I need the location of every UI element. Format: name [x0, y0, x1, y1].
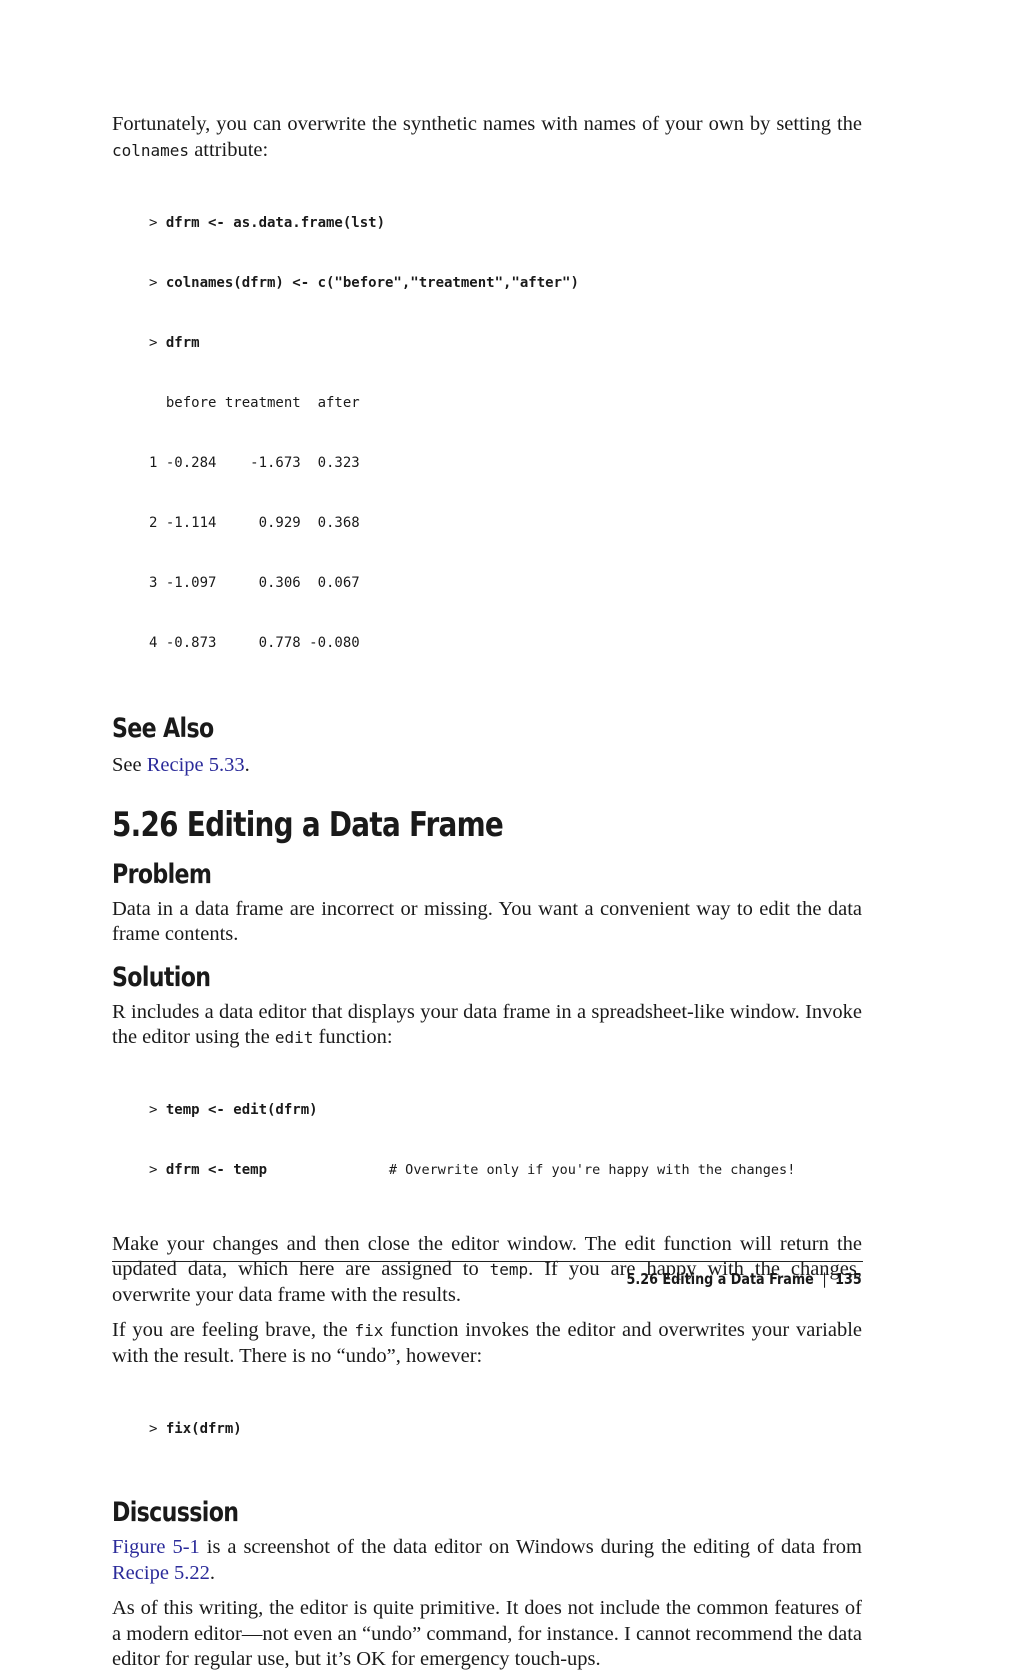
output-header: before treatment after — [149, 395, 360, 411]
discussion-text-1: is a screenshot of the data editor on Wi… — [199, 1536, 862, 1558]
code-comment: # Overwrite only if you're happy with th… — [267, 1161, 796, 1178]
code-input: dfrm <- temp — [165, 1161, 268, 1178]
colnames-code: colnames — [112, 140, 190, 160]
footer-section-title: 5.26 Editing a Data Frame — [626, 1270, 815, 1288]
intro-text-2: attribute: — [189, 138, 269, 161]
page-number: 135 — [835, 1270, 862, 1288]
code-prompt: > — [149, 1101, 166, 1118]
code-prompt: > — [149, 1421, 166, 1437]
edit-code: edit — [274, 1028, 314, 1047]
temp-code: temp — [489, 1260, 529, 1279]
problem-heading: Problem — [112, 858, 212, 890]
fix-code: fix — [354, 1321, 384, 1340]
code-input: temp <- edit(dfrm) — [165, 1101, 318, 1118]
code-prompt: > — [149, 215, 166, 231]
code-block-edit: > temp <- edit(dfrm) > dfrm <- temp # Ov… — [149, 1060, 862, 1220]
output-row: 4 -0.873 0.778 -0.080 — [149, 635, 360, 651]
section-title: 5.26 Editing a Data Frame — [112, 804, 504, 845]
problem-paragraph: Data in a data frame are incorrect or mi… — [112, 897, 862, 946]
discussion-paragraph-2: As of this writing, the editor is quite … — [112, 1597, 862, 1670]
code-prompt: > — [149, 1161, 166, 1178]
solution-text-2: function: — [313, 1026, 393, 1048]
code-line: > fix(dfrm) — [149, 1419, 862, 1439]
page-footer: 5.26 Editing a Data Frame | 135 — [627, 1270, 862, 1288]
figure-5-1-link[interactable]: Figure 5-1 — [112, 1536, 200, 1558]
page-content: Fortunately, you can overwrite the synth… — [112, 112, 862, 1673]
discussion-text-2: . — [209, 1561, 216, 1584]
see-also-heading: See Also — [112, 713, 214, 744]
recipe-5-33-link[interactable]: Recipe 5.33 — [147, 754, 245, 776]
solution-text-1: R includes a data editor that displays y… — [112, 1000, 862, 1049]
intro-text-1: Fortunately, you can overwrite the synth… — [112, 113, 862, 135]
see-also-period: . — [244, 754, 250, 776]
code-block-dfrm: > dfrm <- as.data.frame(lst) > colnames(… — [149, 173, 862, 693]
code-block-fix: > fix(dfrm) — [149, 1379, 862, 1479]
code-line: > colnames(dfrm) <- c("before","treatmen… — [149, 273, 862, 293]
output-row: 1 -0.284 -1.673 0.323 — [149, 455, 360, 471]
footer-separator: | — [822, 1270, 827, 1288]
discussion-paragraph: Figure 5-1 is a screenshot of the data e… — [112, 1535, 862, 1586]
fix-paragraph: If you are feeling brave, the fix functi… — [112, 1318, 862, 1369]
output-row: 3 -1.097 0.306 0.067 — [149, 575, 360, 591]
code-prompt: > — [149, 275, 166, 291]
footer-divider — [112, 1261, 863, 1262]
fix-text-1: If you are feeling brave, the — [112, 1319, 355, 1341]
solution-paragraph: R includes a data editor that displays y… — [112, 1000, 862, 1051]
intro-paragraph: Fortunately, you can overwrite the synth… — [112, 112, 862, 163]
code-line: > dfrm <- temp # Overwrite only if you'r… — [149, 1160, 862, 1180]
see-also-text: See — [112, 754, 147, 776]
code-line: > dfrm <- as.data.frame(lst) — [149, 213, 862, 233]
code-line: > temp <- edit(dfrm) — [149, 1100, 862, 1120]
discussion-heading: Discussion — [112, 1497, 239, 1528]
code-line: > dfrm — [149, 333, 862, 353]
solution-heading: Solution — [112, 961, 211, 993]
code-input: fix(dfrm) — [165, 1421, 242, 1437]
code-input: dfrm <- as.data.frame(lst) — [165, 215, 386, 231]
recipe-5-22-link[interactable]: Recipe 5.22 — [112, 1562, 210, 1584]
code-input: dfrm — [165, 335, 200, 351]
output-row: 2 -1.114 0.929 0.368 — [149, 515, 360, 531]
see-also-paragraph: See Recipe 5.33. — [112, 753, 862, 779]
code-input: colnames(dfrm) <- c("before","treatment"… — [165, 275, 579, 291]
code-prompt: > — [149, 335, 166, 351]
